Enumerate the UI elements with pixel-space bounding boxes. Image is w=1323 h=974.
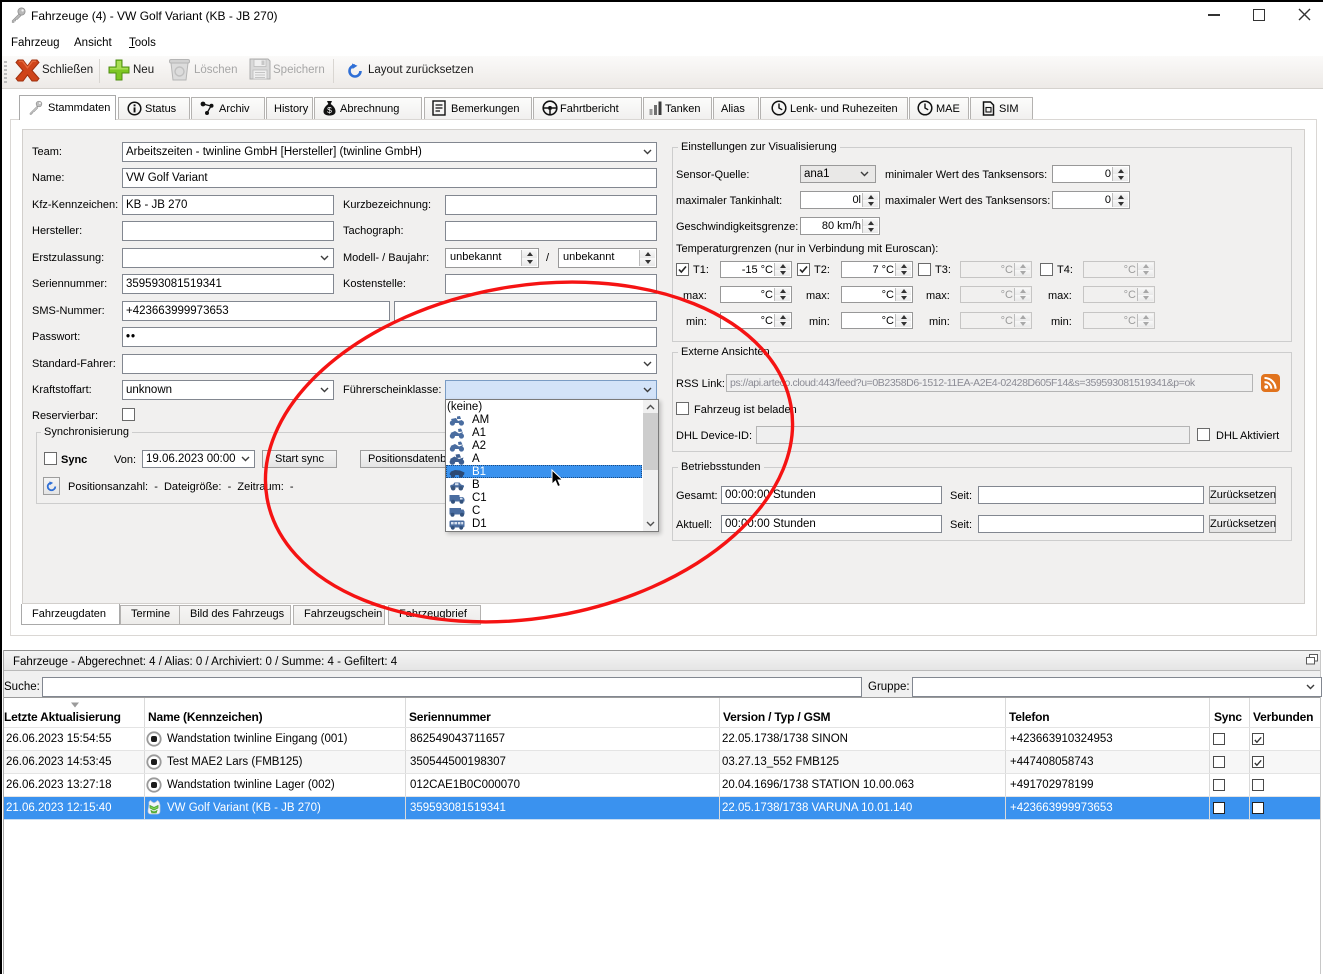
svg-text:$: $ (327, 105, 332, 115)
